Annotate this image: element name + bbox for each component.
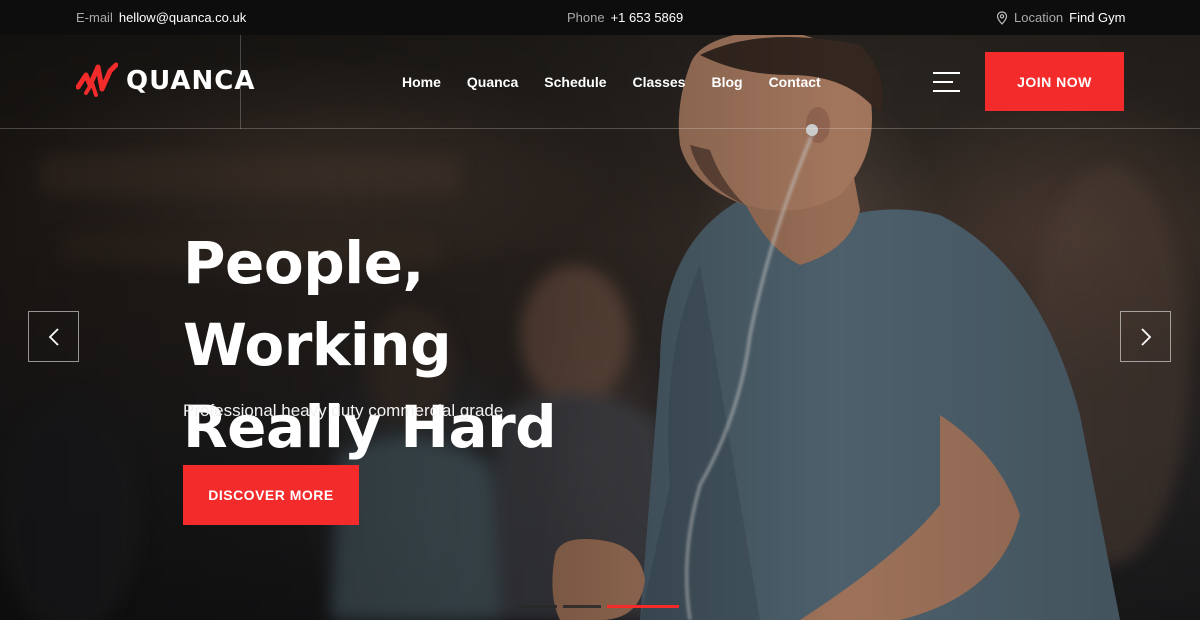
slider-dot[interactable] — [519, 605, 557, 608]
location-value[interactable]: Find Gym — [1069, 10, 1125, 25]
hero-headline: People, Working Really Hard — [183, 222, 703, 468]
hamburger-line — [933, 90, 960, 92]
top-info-bar: E-mail hellow@quanca.co.uk Phone +1 653 … — [0, 0, 1200, 35]
brand-logo[interactable]: QUANCA — [76, 59, 256, 103]
nav-menu: Home Quanca Schedule Classes Blog Contac… — [402, 35, 821, 129]
hamburger-line — [933, 81, 953, 83]
nav-item-home[interactable]: Home — [402, 74, 441, 90]
nav-item-classes[interactable]: Classes — [633, 74, 686, 90]
chevron-right-icon — [1140, 327, 1151, 346]
chevron-left-icon — [48, 327, 59, 346]
nav-item-contact[interactable]: Contact — [769, 74, 821, 90]
hero-headline-line-1: People, Working — [183, 229, 452, 379]
nav-item-blog[interactable]: Blog — [711, 74, 742, 90]
slider-dot[interactable] — [563, 605, 601, 608]
join-now-button[interactable]: JOIN NOW — [985, 52, 1124, 111]
location-label: Location — [1014, 10, 1064, 25]
hamburger-line — [933, 72, 960, 74]
hamburger-icon[interactable] — [933, 72, 960, 92]
email-info[interactable]: E-mail hellow@quanca.co.uk — [76, 0, 246, 35]
slider-next-button[interactable] — [1120, 311, 1171, 362]
hero-subtitle: Professional heavy duty commercial grade — [183, 401, 504, 420]
hero-headline-line-2: Really Hard — [183, 393, 557, 461]
phone-info[interactable]: Phone +1 653 5869 — [567, 0, 683, 35]
main-navigation: QUANCA Home Quanca Schedule Classes Blog… — [0, 35, 1200, 129]
nav-divider — [240, 35, 241, 129]
email-label: E-mail — [76, 10, 113, 25]
phone-label: Phone — [567, 10, 605, 25]
email-value[interactable]: hellow@quanca.co.uk — [119, 10, 246, 25]
quanca-logo-mark — [76, 62, 118, 97]
slider-prev-button[interactable] — [28, 311, 79, 362]
nav-item-quanca[interactable]: Quanca — [467, 74, 518, 90]
discover-more-button[interactable]: DISCOVER MORE — [183, 465, 359, 525]
slider-indicators — [519, 605, 679, 609]
slider-dot[interactable] — [607, 605, 679, 608]
location-info[interactable]: Location Find Gym — [996, 0, 1126, 35]
brand-name: QUANCA — [126, 66, 256, 96]
nav-item-schedule[interactable]: Schedule — [544, 74, 606, 90]
phone-value[interactable]: +1 653 5869 — [611, 10, 684, 25]
map-pin-icon — [996, 10, 1008, 25]
